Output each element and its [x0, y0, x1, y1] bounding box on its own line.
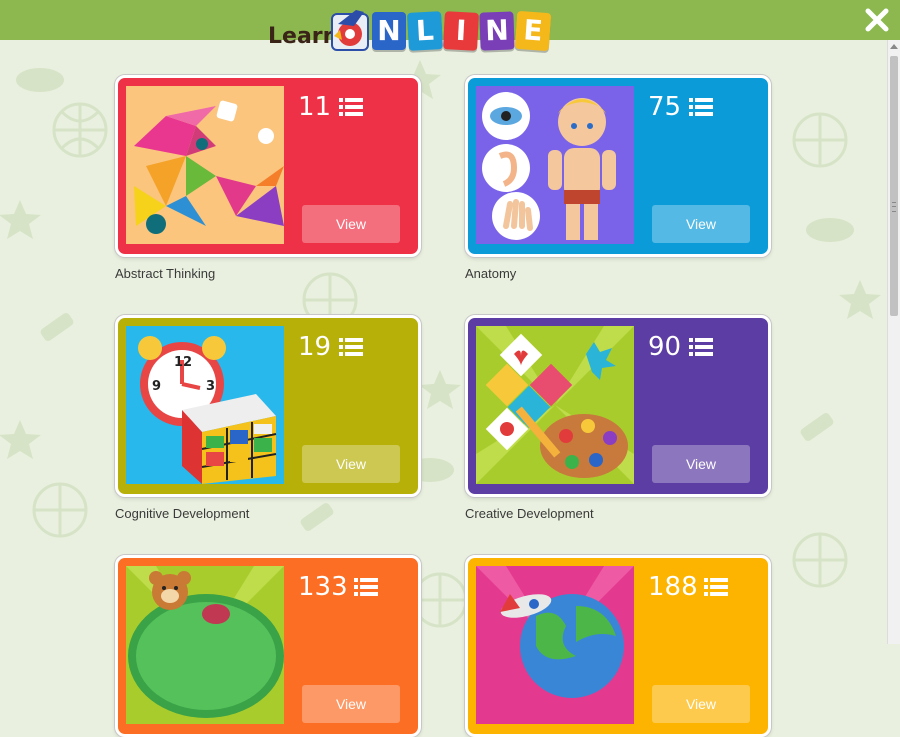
rocket-o-icon — [331, 10, 369, 51]
list-icon — [689, 338, 713, 356]
scroll-grip-icon — [892, 202, 896, 212]
category-card[interactable]: 133 View — [115, 555, 421, 737]
list-icon — [354, 578, 378, 596]
svg-text:3: 3 — [206, 379, 215, 394]
category-anatomy: 75 View Anatomy — [465, 75, 771, 281]
item-count: 11 — [298, 92, 332, 122]
category-creative-development: 90 View Creative Development — [465, 315, 771, 521]
category-card[interactable]: 90 View — [465, 315, 771, 497]
category-card-6: 188 View — [465, 555, 771, 737]
creative-development-image — [476, 326, 634, 484]
category-card-5: 133 View — [115, 555, 421, 737]
scroll-thumb[interactable] — [890, 56, 898, 316]
category-label[interactable]: Abstract Thinking — [115, 266, 421, 281]
category-card[interactable]: 188 View — [465, 555, 771, 737]
category-card[interactable]: 75 View — [465, 75, 771, 257]
category-abstract-thinking: 11 View Abstract Thinking — [115, 75, 421, 281]
logo-letter-3: I — [443, 11, 479, 51]
item-count: 90 — [648, 332, 682, 362]
category-label[interactable]: Cognitive Development — [115, 506, 421, 521]
view-button[interactable]: View — [302, 445, 400, 483]
category-cognitive-development: 12 9 3 19 View Cognitive Development — [115, 315, 421, 521]
abstract-thinking-image — [126, 86, 284, 244]
item-count: 188 — [648, 572, 698, 602]
item-count: 19 — [298, 332, 332, 362]
list-icon — [339, 98, 363, 116]
logo-letter-5: E — [514, 10, 552, 52]
list-icon — [689, 98, 713, 116]
item-count: 133 — [298, 572, 348, 602]
view-button[interactable]: View — [652, 205, 750, 243]
view-button[interactable]: View — [302, 685, 400, 723]
learn-online-logo: Learn N L I N E — [266, 4, 576, 54]
category-label[interactable]: Anatomy — [465, 266, 771, 281]
category-card[interactable]: 12 9 3 19 View — [115, 315, 421, 497]
close-icon — [865, 8, 889, 32]
view-button[interactable]: View — [302, 205, 400, 243]
category-card[interactable]: 11 View — [115, 75, 421, 257]
svg-text:12: 12 — [174, 355, 192, 370]
list-icon — [339, 338, 363, 356]
list-icon — [704, 578, 728, 596]
logo-letter-1: N — [372, 12, 406, 50]
scroll-up-arrow-icon[interactable] — [890, 44, 898, 49]
logo-letter-4: N — [479, 11, 515, 51]
svg-text:9: 9 — [152, 379, 161, 394]
item-count: 75 — [648, 92, 682, 122]
view-button[interactable]: View — [652, 445, 750, 483]
vertical-scrollbar[interactable] — [887, 40, 900, 644]
category-label[interactable]: Creative Development — [465, 506, 771, 521]
view-button[interactable]: View — [652, 685, 750, 723]
category-image — [476, 566, 634, 724]
logo-letter-2: L — [407, 11, 443, 51]
category-image — [126, 566, 284, 724]
anatomy-image — [476, 86, 634, 244]
close-button[interactable] — [864, 7, 890, 33]
cognitive-development-image: 12 9 3 — [126, 326, 284, 484]
